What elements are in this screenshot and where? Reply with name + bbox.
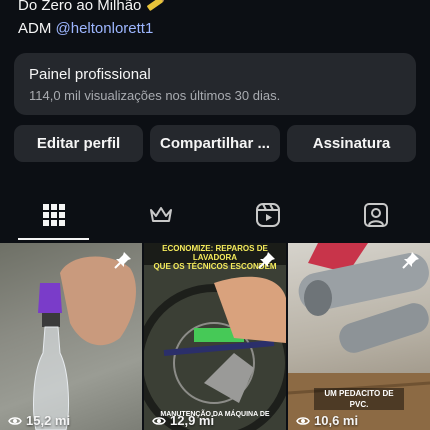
tab-reels[interactable] (214, 190, 321, 240)
post-thumbnail[interactable]: UM PEDACITO DE PVC. 10,6 mi (288, 243, 430, 430)
eye-icon (8, 416, 22, 425)
subscription-button[interactable]: Assinatura (287, 125, 416, 162)
bio-line: Do Zero ao Milhão (18, 0, 164, 16)
view-count-text: 10,6 mi (314, 413, 359, 428)
pencil-emoji-icon (147, 0, 164, 12)
pin-icon (258, 252, 275, 269)
tab-tagged[interactable] (322, 190, 429, 240)
tab-subscriptions[interactable] (107, 190, 214, 240)
view-count-text: 15,2 mi (26, 413, 71, 428)
dashboard-subtitle: 114,0 mil visualizações nos últimos 30 d… (29, 88, 281, 103)
bio-text: Do Zero ao Milhão (18, 0, 142, 14)
reels-icon (255, 203, 280, 227)
post-thumbnail[interactable]: 15,2 mi (0, 243, 142, 430)
eye-icon (152, 416, 166, 425)
posts-grid: 15,2 mi ECONOMIZE: REPAROS DE LAVADORA Q… (0, 243, 430, 430)
grid-icon (42, 204, 65, 226)
view-count: 12,9 mi (152, 413, 214, 428)
admin-handle-link[interactable]: @heltonlorett1 (56, 20, 154, 37)
post-thumbnail[interactable]: ECONOMIZE: REPAROS DE LAVADORA QUE OS TÉ… (144, 243, 286, 430)
tagged-icon (363, 203, 388, 227)
crown-icon (149, 207, 172, 222)
tab-posts[interactable] (0, 190, 107, 240)
bio-admin-line: ADM @heltonlorett1 (18, 19, 153, 39)
view-count: 15,2 mi (8, 413, 70, 428)
share-profile-button[interactable]: Compartilhar ... (150, 125, 280, 162)
profile-tabs (0, 190, 430, 240)
pin-icon (402, 252, 419, 269)
pin-icon (114, 252, 131, 269)
professional-dashboard[interactable]: Painel profissional 114,0 mil visualizaç… (14, 53, 416, 115)
bicycle-photo (144, 265, 286, 430)
view-count: 10,6 mi (296, 413, 358, 428)
active-tab-indicator (18, 238, 89, 240)
post-caption: UM PEDACITO DE PVC. (314, 388, 404, 410)
view-count-text: 12,9 mi (170, 413, 215, 428)
bio-admin-label: ADM (18, 20, 52, 37)
bottle-photo (33, 256, 136, 430)
edit-profile-button[interactable]: Editar perfil (14, 125, 143, 162)
eye-icon (296, 416, 310, 425)
dashboard-title: Painel profissional (29, 66, 151, 83)
